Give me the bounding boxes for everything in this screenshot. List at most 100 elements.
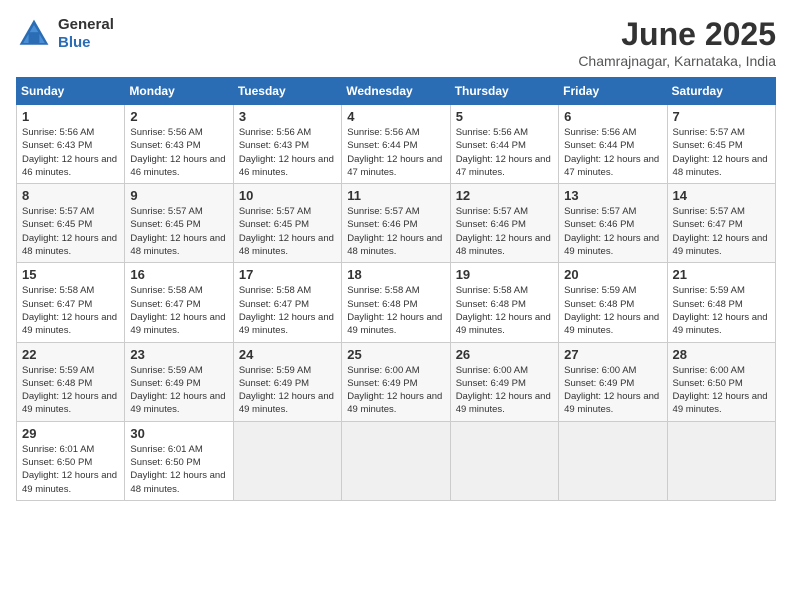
table-row: 4 Sunrise: 5:56 AM Sunset: 6:44 PM Dayli… bbox=[342, 105, 450, 184]
table-row: 26 Sunrise: 6:00 AM Sunset: 6:49 PM Dayl… bbox=[450, 342, 558, 421]
day-info: Sunrise: 5:59 AM Sunset: 6:48 PM Dayligh… bbox=[22, 364, 119, 417]
table-row: 20 Sunrise: 5:59 AM Sunset: 6:48 PM Dayl… bbox=[559, 263, 667, 342]
table-row bbox=[450, 421, 558, 500]
calendar-week-row: 1 Sunrise: 5:56 AM Sunset: 6:43 PM Dayli… bbox=[17, 105, 776, 184]
day-number: 29 bbox=[22, 426, 119, 441]
day-number: 26 bbox=[456, 347, 553, 362]
day-number: 28 bbox=[673, 347, 770, 362]
day-info: Sunrise: 5:57 AM Sunset: 6:45 PM Dayligh… bbox=[22, 205, 119, 258]
day-info: Sunrise: 5:59 AM Sunset: 6:49 PM Dayligh… bbox=[239, 364, 336, 417]
table-row: 25 Sunrise: 6:00 AM Sunset: 6:49 PM Dayl… bbox=[342, 342, 450, 421]
table-row: 7 Sunrise: 5:57 AM Sunset: 6:45 PM Dayli… bbox=[667, 105, 775, 184]
table-row: 11 Sunrise: 5:57 AM Sunset: 6:46 PM Dayl… bbox=[342, 184, 450, 263]
logo-general-text: General bbox=[58, 16, 114, 34]
day-info: Sunrise: 5:57 AM Sunset: 6:45 PM Dayligh… bbox=[130, 205, 227, 258]
calendar-week-row: 8 Sunrise: 5:57 AM Sunset: 6:45 PM Dayli… bbox=[17, 184, 776, 263]
table-row: 28 Sunrise: 6:00 AM Sunset: 6:50 PM Dayl… bbox=[667, 342, 775, 421]
day-info: Sunrise: 5:56 AM Sunset: 6:44 PM Dayligh… bbox=[564, 126, 661, 179]
day-info: Sunrise: 5:59 AM Sunset: 6:48 PM Dayligh… bbox=[564, 284, 661, 337]
logo-icon bbox=[16, 16, 52, 52]
day-number: 8 bbox=[22, 188, 119, 203]
table-row bbox=[667, 421, 775, 500]
table-row bbox=[233, 421, 341, 500]
header-sunday: Sunday bbox=[17, 78, 125, 105]
calendar-week-row: 15 Sunrise: 5:58 AM Sunset: 6:47 PM Dayl… bbox=[17, 263, 776, 342]
day-number: 10 bbox=[239, 188, 336, 203]
header-friday: Friday bbox=[559, 78, 667, 105]
day-info: Sunrise: 5:56 AM Sunset: 6:44 PM Dayligh… bbox=[456, 126, 553, 179]
table-row: 18 Sunrise: 5:58 AM Sunset: 6:48 PM Dayl… bbox=[342, 263, 450, 342]
header-monday: Monday bbox=[125, 78, 233, 105]
table-row: 16 Sunrise: 5:58 AM Sunset: 6:47 PM Dayl… bbox=[125, 263, 233, 342]
table-row: 9 Sunrise: 5:57 AM Sunset: 6:45 PM Dayli… bbox=[125, 184, 233, 263]
table-row bbox=[559, 421, 667, 500]
day-number: 12 bbox=[456, 188, 553, 203]
table-row: 23 Sunrise: 5:59 AM Sunset: 6:49 PM Dayl… bbox=[125, 342, 233, 421]
day-number: 15 bbox=[22, 267, 119, 282]
day-info: Sunrise: 5:58 AM Sunset: 6:48 PM Dayligh… bbox=[347, 284, 444, 337]
day-info: Sunrise: 6:01 AM Sunset: 6:50 PM Dayligh… bbox=[22, 443, 119, 496]
day-number: 22 bbox=[22, 347, 119, 362]
table-row: 13 Sunrise: 5:57 AM Sunset: 6:46 PM Dayl… bbox=[559, 184, 667, 263]
day-info: Sunrise: 5:57 AM Sunset: 6:46 PM Dayligh… bbox=[456, 205, 553, 258]
day-number: 11 bbox=[347, 188, 444, 203]
month-title: June 2025 bbox=[578, 16, 776, 53]
table-row: 21 Sunrise: 5:59 AM Sunset: 6:48 PM Dayl… bbox=[667, 263, 775, 342]
day-info: Sunrise: 5:57 AM Sunset: 6:46 PM Dayligh… bbox=[347, 205, 444, 258]
day-number: 18 bbox=[347, 267, 444, 282]
day-info: Sunrise: 6:00 AM Sunset: 6:49 PM Dayligh… bbox=[564, 364, 661, 417]
table-row: 24 Sunrise: 5:59 AM Sunset: 6:49 PM Dayl… bbox=[233, 342, 341, 421]
day-number: 9 bbox=[130, 188, 227, 203]
day-info: Sunrise: 5:57 AM Sunset: 6:46 PM Dayligh… bbox=[564, 205, 661, 258]
day-number: 30 bbox=[130, 426, 227, 441]
page-header: General Blue June 2025 Chamrajnagar, Kar… bbox=[16, 16, 776, 69]
calendar-header-row: Sunday Monday Tuesday Wednesday Thursday… bbox=[17, 78, 776, 105]
day-info: Sunrise: 6:00 AM Sunset: 6:49 PM Dayligh… bbox=[456, 364, 553, 417]
location-text: Chamrajnagar, Karnataka, India bbox=[578, 53, 776, 69]
table-row bbox=[342, 421, 450, 500]
day-info: Sunrise: 5:56 AM Sunset: 6:44 PM Dayligh… bbox=[347, 126, 444, 179]
logo: General Blue bbox=[16, 16, 114, 52]
day-number: 13 bbox=[564, 188, 661, 203]
day-number: 7 bbox=[673, 109, 770, 124]
logo-text: General Blue bbox=[58, 16, 114, 52]
table-row: 30 Sunrise: 6:01 AM Sunset: 6:50 PM Dayl… bbox=[125, 421, 233, 500]
table-row: 2 Sunrise: 5:56 AM Sunset: 6:43 PM Dayli… bbox=[125, 105, 233, 184]
table-row: 10 Sunrise: 5:57 AM Sunset: 6:45 PM Dayl… bbox=[233, 184, 341, 263]
day-number: 1 bbox=[22, 109, 119, 124]
table-row: 22 Sunrise: 5:59 AM Sunset: 6:48 PM Dayl… bbox=[17, 342, 125, 421]
header-thursday: Thursday bbox=[450, 78, 558, 105]
table-row: 3 Sunrise: 5:56 AM Sunset: 6:43 PM Dayli… bbox=[233, 105, 341, 184]
day-number: 4 bbox=[347, 109, 444, 124]
table-row: 17 Sunrise: 5:58 AM Sunset: 6:47 PM Dayl… bbox=[233, 263, 341, 342]
day-info: Sunrise: 5:56 AM Sunset: 6:43 PM Dayligh… bbox=[130, 126, 227, 179]
day-number: 14 bbox=[673, 188, 770, 203]
day-number: 23 bbox=[130, 347, 227, 362]
header-wednesday: Wednesday bbox=[342, 78, 450, 105]
day-number: 20 bbox=[564, 267, 661, 282]
header-tuesday: Tuesday bbox=[233, 78, 341, 105]
day-number: 19 bbox=[456, 267, 553, 282]
day-info: Sunrise: 6:01 AM Sunset: 6:50 PM Dayligh… bbox=[130, 443, 227, 496]
header-saturday: Saturday bbox=[667, 78, 775, 105]
table-row: 12 Sunrise: 5:57 AM Sunset: 6:46 PM Dayl… bbox=[450, 184, 558, 263]
day-info: Sunrise: 5:59 AM Sunset: 6:49 PM Dayligh… bbox=[130, 364, 227, 417]
table-row: 5 Sunrise: 5:56 AM Sunset: 6:44 PM Dayli… bbox=[450, 105, 558, 184]
table-row: 14 Sunrise: 5:57 AM Sunset: 6:47 PM Dayl… bbox=[667, 184, 775, 263]
day-number: 2 bbox=[130, 109, 227, 124]
day-info: Sunrise: 5:58 AM Sunset: 6:47 PM Dayligh… bbox=[22, 284, 119, 337]
day-number: 5 bbox=[456, 109, 553, 124]
day-info: Sunrise: 5:59 AM Sunset: 6:48 PM Dayligh… bbox=[673, 284, 770, 337]
day-number: 24 bbox=[239, 347, 336, 362]
day-info: Sunrise: 5:57 AM Sunset: 6:45 PM Dayligh… bbox=[673, 126, 770, 179]
calendar-week-row: 29 Sunrise: 6:01 AM Sunset: 6:50 PM Dayl… bbox=[17, 421, 776, 500]
day-number: 25 bbox=[347, 347, 444, 362]
day-info: Sunrise: 5:56 AM Sunset: 6:43 PM Dayligh… bbox=[239, 126, 336, 179]
day-number: 17 bbox=[239, 267, 336, 282]
calendar-week-row: 22 Sunrise: 5:59 AM Sunset: 6:48 PM Dayl… bbox=[17, 342, 776, 421]
table-row: 8 Sunrise: 5:57 AM Sunset: 6:45 PM Dayli… bbox=[17, 184, 125, 263]
table-row: 29 Sunrise: 6:01 AM Sunset: 6:50 PM Dayl… bbox=[17, 421, 125, 500]
day-number: 6 bbox=[564, 109, 661, 124]
table-row: 1 Sunrise: 5:56 AM Sunset: 6:43 PM Dayli… bbox=[17, 105, 125, 184]
day-info: Sunrise: 5:57 AM Sunset: 6:47 PM Dayligh… bbox=[673, 205, 770, 258]
